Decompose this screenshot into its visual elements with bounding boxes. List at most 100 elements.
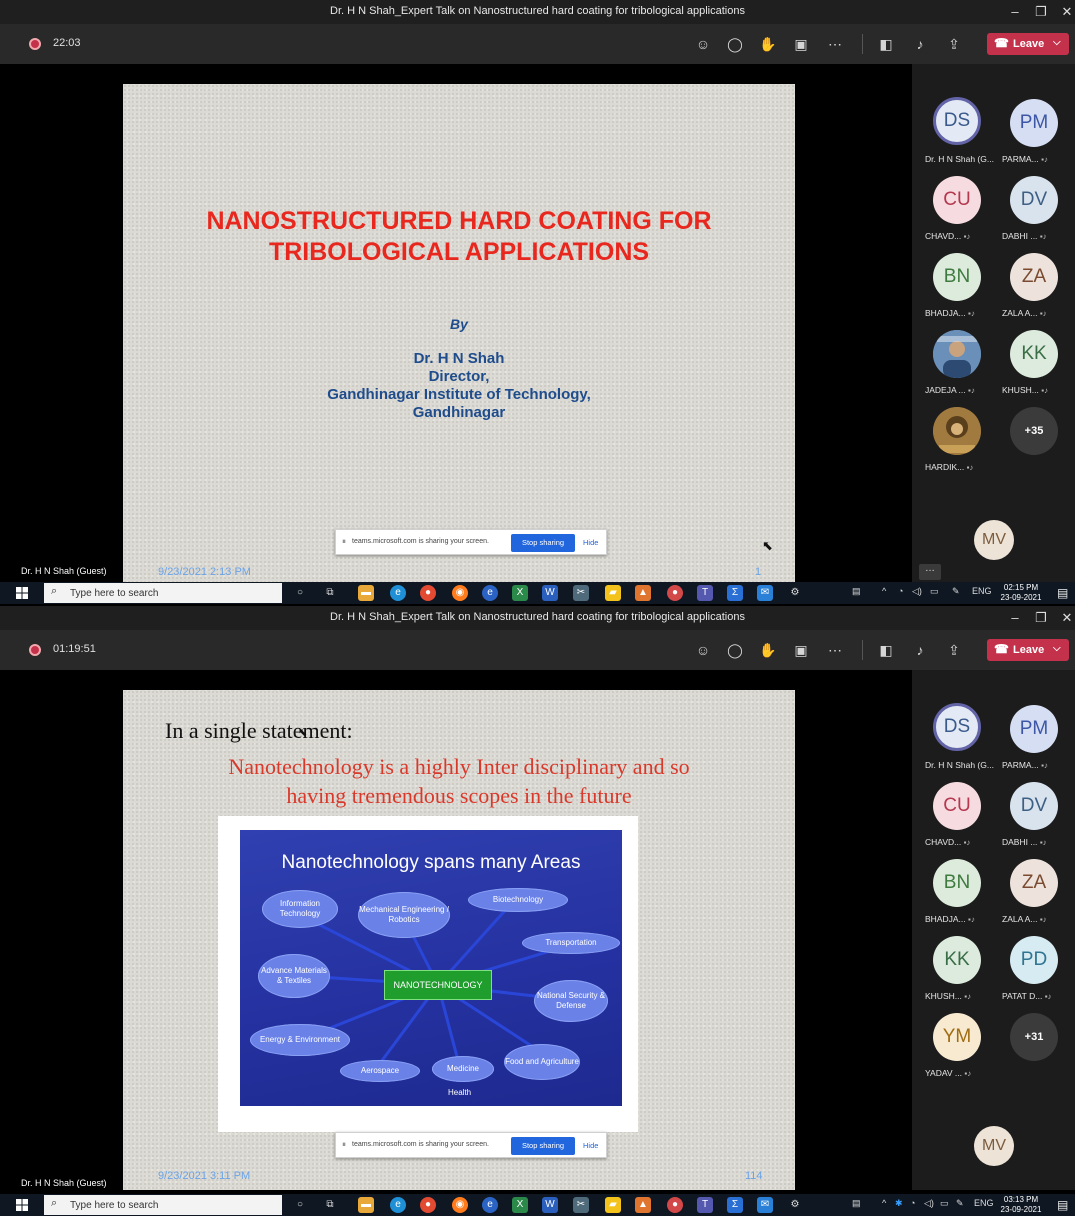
pen-icon[interactable]: ✎ — [952, 586, 960, 597]
file-explorer-icon[interactable]: ▬ — [358, 585, 374, 601]
leave-button[interactable]: ☎ Leave ⌵ — [987, 639, 1069, 661]
file-explorer-icon[interactable]: ▬ — [358, 1197, 374, 1213]
cortana-icon[interactable]: ○ — [292, 1197, 308, 1213]
restore-button[interactable]: ❐ — [1030, 608, 1052, 628]
participant-avatar[interactable]: CU — [933, 176, 981, 224]
mic-off-icon[interactable]: ♪ — [910, 640, 930, 660]
edge-icon[interactable]: e — [390, 1197, 406, 1213]
windows-start-icon[interactable] — [16, 587, 28, 599]
notification-icon[interactable]: ▤ — [1057, 1198, 1068, 1212]
rooms-icon[interactable]: ▣ — [791, 640, 811, 660]
battery-icon[interactable]: ▭ — [930, 586, 939, 597]
participant-avatar[interactable]: PM — [1010, 99, 1058, 147]
participant-avatar[interactable]: ZA — [1010, 253, 1058, 301]
excel-icon[interactable]: X — [512, 585, 528, 601]
self-more-icon[interactable]: … — [919, 564, 941, 580]
more-icon[interactable]: ⋯ — [825, 34, 845, 54]
camera-off-icon[interactable]: ◧ — [876, 640, 896, 660]
chevron-down-icon[interactable]: ⌵ — [1053, 643, 1061, 654]
self-avatar[interactable]: MV — [974, 520, 1014, 560]
language-indicator[interactable]: ENG — [972, 586, 992, 596]
settings-gear-icon[interactable]: ⚙ — [787, 585, 803, 601]
sticky-notes-icon[interactable]: ▰ — [605, 1197, 621, 1213]
sigma-app-icon[interactable]: Σ — [727, 1197, 743, 1213]
chat-icon[interactable]: ◯ — [725, 34, 745, 54]
photo-avatar-icon[interactable] — [933, 407, 981, 455]
firefox-icon[interactable]: ◉ — [452, 585, 468, 601]
more-participants-button[interactable]: +31 — [1010, 1013, 1058, 1061]
sigma-app-icon[interactable]: Σ — [727, 585, 743, 601]
participant-avatar[interactable]: KK — [933, 936, 981, 984]
participant-avatar[interactable]: YM — [933, 1013, 981, 1061]
drag-handle-icon[interactable]: ⏸ — [342, 1140, 346, 1150]
volume-icon[interactable]: ◁) — [924, 1198, 934, 1209]
network-icon[interactable]: ◔ — [898, 586, 903, 596]
participant-avatar[interactable]: DS — [933, 97, 981, 145]
edge-icon[interactable]: e — [390, 585, 406, 601]
settings-gear-icon[interactable]: ⚙ — [787, 1197, 803, 1213]
matlab-icon[interactable]: ▲ — [635, 585, 651, 601]
photo-avatar-icon[interactable] — [933, 330, 981, 378]
taskbar-search[interactable]: ⌕ Type here to search — [44, 1195, 282, 1215]
chat-icon[interactable]: ◯ — [725, 640, 745, 660]
taskbar-clock[interactable]: 03:13 PM 23-09-2021 — [996, 1195, 1046, 1215]
network-icon[interactable]: ◔ — [910, 1198, 915, 1208]
camera-off-icon[interactable]: ◧ — [876, 34, 896, 54]
tray-app-icon[interactable]: ▤ — [852, 1198, 861, 1209]
tray-chevron-up-icon[interactable]: ^ — [882, 1198, 886, 1208]
leave-button[interactable]: ☎ Leave ⌵ — [987, 33, 1069, 55]
share-icon[interactable]: ⇪ — [944, 34, 964, 54]
chrome-icon[interactable]: ● — [420, 585, 436, 601]
mail-icon[interactable]: ✉ — [757, 1197, 773, 1213]
more-participants-button[interactable]: +35 — [1010, 407, 1058, 455]
close-button[interactable]: ✕ — [1056, 2, 1075, 22]
participant-avatar[interactable]: DV — [1010, 782, 1058, 830]
participant-avatar[interactable]: ZA — [1010, 859, 1058, 907]
participant-avatar[interactable]: BN — [933, 253, 981, 301]
app-icon[interactable]: ● — [667, 585, 683, 601]
volume-icon[interactable]: ◁) — [912, 586, 922, 597]
snipping-tool-icon[interactable]: ✂ — [573, 585, 589, 601]
participant-avatar[interactable]: PM — [1010, 705, 1058, 753]
word-icon[interactable]: W — [542, 1197, 558, 1213]
drag-handle-icon[interactable]: ⏸ — [342, 537, 346, 547]
participant-avatar[interactable]: DV — [1010, 176, 1058, 224]
self-avatar[interactable]: MV — [974, 1126, 1014, 1166]
chevron-down-icon[interactable]: ⌵ — [1053, 37, 1061, 48]
task-view-icon[interactable]: ⧉ — [322, 1197, 338, 1213]
cortana-icon[interactable]: ○ — [292, 585, 308, 601]
participant-avatar[interactable]: KK — [1010, 330, 1058, 378]
teams-icon[interactable]: T — [697, 1197, 713, 1213]
chrome-icon[interactable]: ● — [420, 1197, 436, 1213]
participant-avatar[interactable]: CU — [933, 782, 981, 830]
taskbar-clock[interactable]: 02:15 PM 23-09-2021 — [996, 583, 1046, 603]
snipping-tool-icon[interactable]: ✂ — [573, 1197, 589, 1213]
windows-start-icon[interactable] — [16, 1199, 28, 1211]
matlab-icon[interactable]: ▲ — [635, 1197, 651, 1213]
mic-off-icon[interactable]: ♪ — [910, 34, 930, 54]
minimize-button[interactable]: – — [1004, 608, 1026, 628]
rooms-icon[interactable]: ▣ — [791, 34, 811, 54]
notification-icon[interactable]: ▤ — [1057, 586, 1068, 600]
share-icon[interactable]: ⇪ — [944, 640, 964, 660]
taskbar-search[interactable]: ⌕ Type here to search — [44, 583, 282, 603]
task-view-icon[interactable]: ⧉ — [322, 585, 338, 601]
people-icon[interactable]: ☺ — [693, 34, 713, 54]
pen-icon[interactable]: ✎ — [956, 1198, 964, 1209]
edge-chromium-icon[interactable]: e — [482, 1197, 498, 1213]
stop-sharing-button[interactable]: Stop sharing — [511, 1137, 575, 1155]
hide-button[interactable]: Hide — [583, 538, 598, 547]
minimize-button[interactable]: – — [1004, 2, 1026, 22]
hide-button[interactable]: Hide — [583, 1141, 598, 1150]
participant-avatar[interactable]: BN — [933, 859, 981, 907]
stop-sharing-button[interactable]: Stop sharing — [511, 534, 575, 552]
tray-chevron-up-icon[interactable]: ^ — [882, 586, 886, 596]
teams-icon[interactable]: T — [697, 585, 713, 601]
language-indicator[interactable]: ENG — [974, 1198, 994, 1208]
participant-avatar[interactable]: PD — [1010, 936, 1058, 984]
reactions-icon[interactable]: ✋ — [758, 34, 778, 54]
mail-icon[interactable]: ✉ — [757, 585, 773, 601]
word-icon[interactable]: W — [542, 585, 558, 601]
battery-icon[interactable]: ▭ — [940, 1198, 949, 1209]
reactions-icon[interactable]: ✋ — [758, 640, 778, 660]
